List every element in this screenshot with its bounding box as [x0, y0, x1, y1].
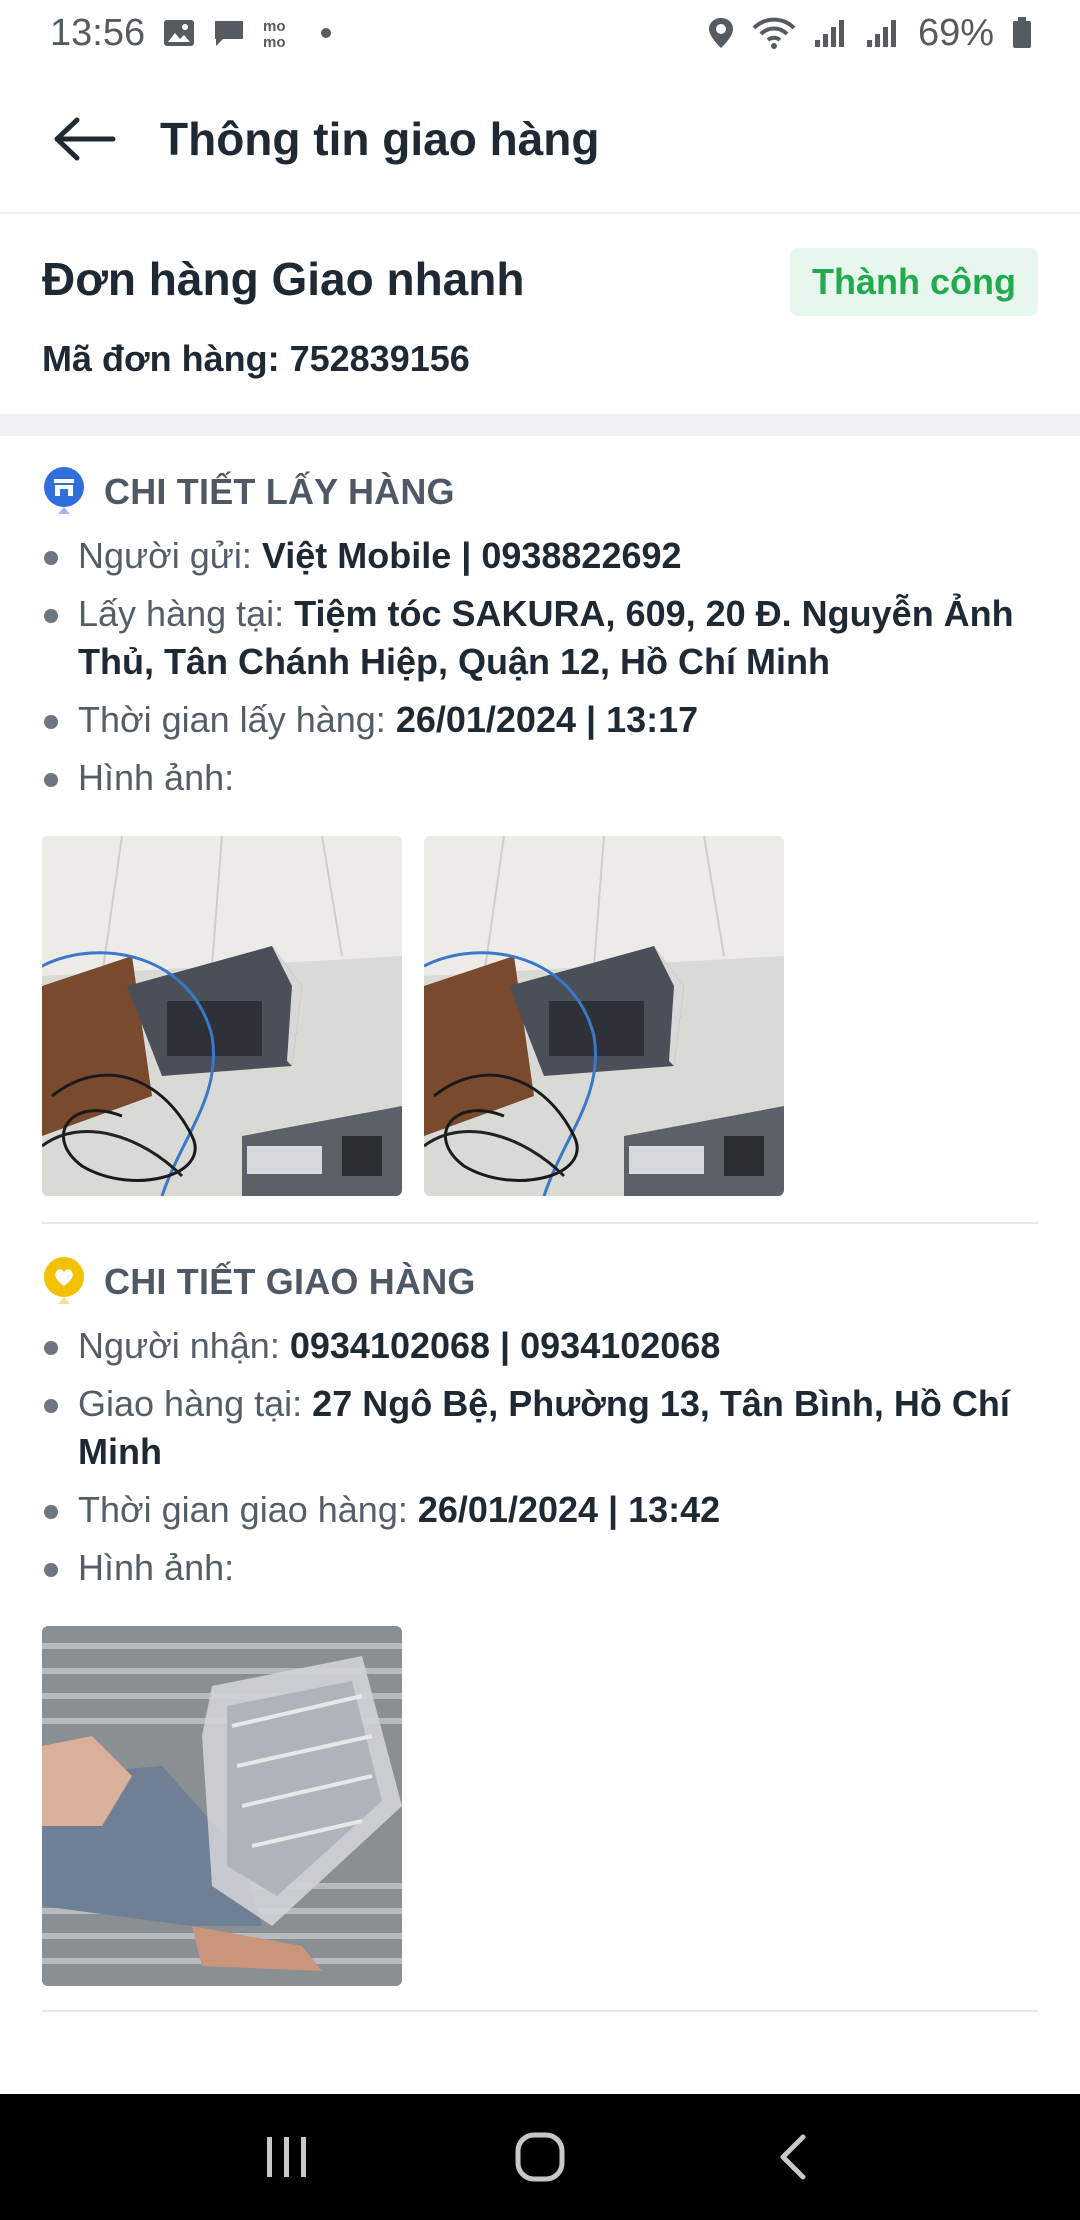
svg-text:mo: mo [263, 34, 286, 49]
pickup-time-value: 26/01/2024 | 13:17 [395, 699, 699, 740]
system-back-button[interactable] [748, 2112, 838, 2202]
battery-icon [1012, 17, 1032, 49]
delivery-time-row: Thời gian giao hàng: 26/01/2024 | 13:42 [42, 1486, 1038, 1534]
pickup-photo[interactable] [42, 836, 402, 1196]
recent-apps-icon [266, 2137, 306, 2177]
delivery-images-label: Hình ảnh: [78, 1547, 235, 1588]
location-icon [708, 17, 734, 49]
pickup-location-row: Lấy hàng tại: Tiệm tóc SAKURA, 609, 20 Đ… [42, 590, 1038, 686]
back-button[interactable] [50, 104, 120, 174]
delivery-photos [42, 1626, 1038, 1986]
status-bar: 13:56 mo mo 69% [0, 0, 1080, 66]
signal-icon [814, 18, 848, 48]
delivery-section: CHI TIẾT GIAO HÀNG Người nhận: 093410206… [0, 1252, 1080, 1986]
delivery-title: CHI TIẾT GIAO HÀNG [104, 1261, 476, 1302]
signal-icon [866, 18, 900, 48]
wifi-icon [752, 16, 796, 50]
delivery-location-row: Giao hàng tại: 27 Ngô Bệ, Phường 13, Tân… [42, 1380, 1038, 1476]
app-bar: Thông tin giao hàng [0, 66, 1080, 214]
section-separator [42, 1222, 1038, 1224]
delivery-header: CHI TIẾT GIAO HÀNG [42, 1252, 1038, 1312]
store-pin-icon [42, 466, 86, 518]
sender-label: Người gửi: [78, 535, 252, 576]
delivery-location-label: Giao hàng tại: [78, 1383, 303, 1424]
home-icon [515, 2132, 565, 2182]
home-button[interactable] [495, 2112, 585, 2202]
message-icon [213, 18, 245, 48]
status-time: 13:56 [50, 11, 146, 54]
pickup-photo[interactable] [424, 836, 784, 1196]
order-code: Mã đơn hàng: 752839156 [42, 338, 470, 380]
pickup-header: CHI TIẾT LẤY HÀNG [42, 462, 1038, 522]
order-code-value: 752839156 [289, 338, 470, 379]
sender-row: Người gửi: Việt Mobile | 0938822692 [42, 532, 1038, 580]
pickup-photos [42, 836, 1038, 1196]
pickup-images-row: Hình ảnh: [42, 754, 1038, 802]
delivery-time-label: Thời gian giao hàng: [78, 1489, 408, 1530]
notification-dot-icon [321, 28, 332, 38]
system-nav-bar [0, 2094, 1080, 2220]
section-divider [0, 414, 1080, 436]
battery-percent: 69% [917, 11, 994, 54]
mo-icon: mo mo [263, 17, 297, 49]
delivery-photo[interactable] [42, 1626, 402, 1986]
image-icon [163, 18, 195, 48]
delivery-pin-icon [42, 1256, 86, 1308]
pickup-time-label: Thời gian lấy hàng: [78, 699, 386, 740]
delivery-time-value: 26/01/2024 | 13:42 [417, 1489, 721, 1530]
chevron-left-icon [780, 2134, 806, 2180]
arrow-left-icon [54, 117, 116, 161]
pickup-images-label: Hình ảnh: [78, 757, 235, 798]
order-type: Đơn hàng Giao nhanh [42, 253, 525, 305]
receiver-label: Người nhận: [78, 1325, 280, 1366]
sender-value: Việt Mobile | 0938822692 [261, 535, 682, 576]
receiver-row: Người nhận: 0934102068 | 0934102068 [42, 1322, 1038, 1370]
order-code-label: Mã đơn hàng: [42, 338, 280, 379]
page-title: Thông tin giao hàng [160, 113, 600, 165]
pickup-location-label: Lấy hàng tại: [78, 593, 285, 634]
status-badge: Thành công [790, 248, 1038, 316]
recent-apps-button[interactable] [242, 2112, 332, 2202]
order-header: Đơn hàng Giao nhanh Thành công Mã đơn hà… [0, 216, 1080, 414]
pickup-section: CHI TIẾT LẤY HÀNG Người gửi: Việt Mobile… [0, 462, 1080, 1196]
receiver-value: 0934102068 | 0934102068 [289, 1325, 721, 1366]
delivery-images-row: Hình ảnh: [42, 1544, 1038, 1592]
svg-text:mo: mo [263, 18, 286, 35]
pickup-title: CHI TIẾT LẤY HÀNG [104, 471, 455, 512]
section-separator [42, 2010, 1038, 2012]
pickup-time-row: Thời gian lấy hàng: 26/01/2024 | 13:17 [42, 696, 1038, 744]
